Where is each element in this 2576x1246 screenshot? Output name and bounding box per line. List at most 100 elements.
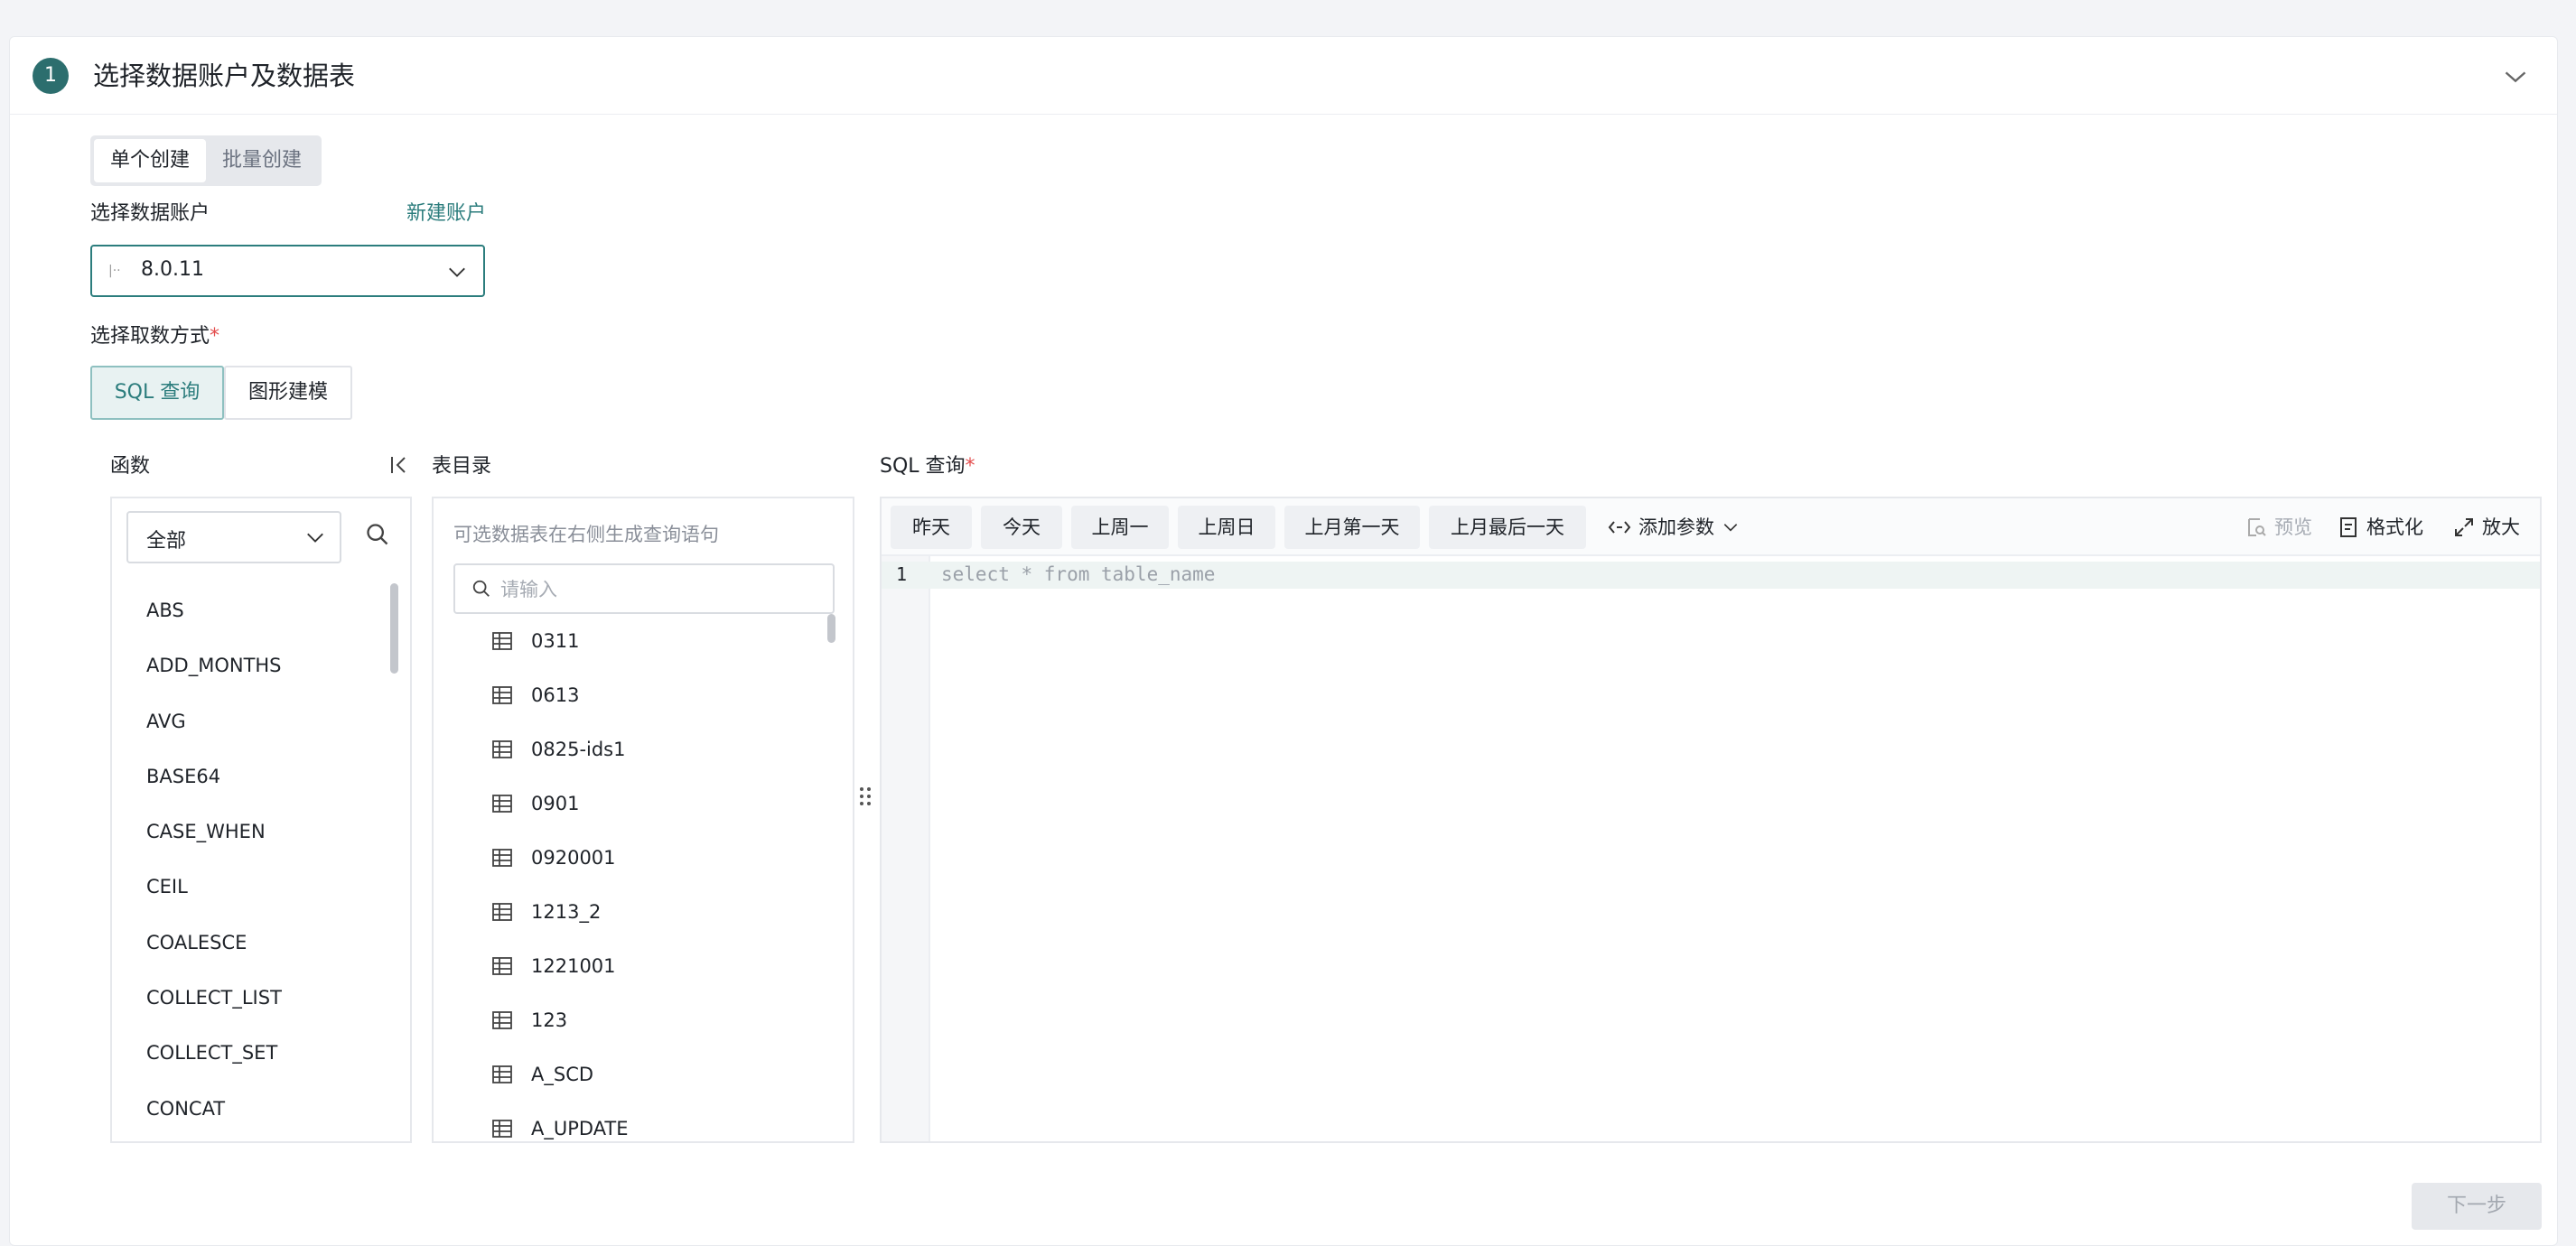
table-name: A_SCD <box>531 1064 594 1085</box>
function-item[interactable]: CONCAT <box>146 1082 381 1137</box>
create-mode-switch: 单个创建 批量创建 <box>90 135 322 186</box>
chevron-down-icon <box>449 267 465 277</box>
table-search-input[interactable] <box>500 574 817 605</box>
preview-label: 预览 <box>2274 516 2312 538</box>
table-list-item[interactable]: 0901 <box>491 776 817 831</box>
table-list-item[interactable]: A_UPDATE <box>491 1102 817 1141</box>
table-icon <box>492 1065 512 1083</box>
param-chip-yesterday[interactable]: 昨天 <box>891 506 972 549</box>
database-icon: |·· <box>108 264 121 278</box>
function-category-value: 全部 <box>146 530 187 553</box>
function-item[interactable]: AVG <box>146 694 381 749</box>
method-label: 选择取数方式* <box>90 323 219 350</box>
search-icon <box>472 580 490 597</box>
account-select[interactable]: |·· 8.0.11 <box>90 245 485 297</box>
function-item[interactable]: BASE64 <box>146 749 381 804</box>
function-item[interactable]: CEIL <box>146 860 381 915</box>
sql-code-editor[interactable]: select * from table_name <box>941 563 1215 585</box>
param-chip-last-monday[interactable]: 上周一 <box>1071 506 1169 549</box>
account-label: 选择数据账户 <box>90 202 210 225</box>
format-label: 格式化 <box>2366 516 2423 538</box>
sql-title: SQL 查询* <box>880 453 975 480</box>
function-item[interactable]: CASE_WHEN <box>146 804 381 860</box>
function-list-scrollbar[interactable] <box>390 583 398 674</box>
tables-panel: 可选数据表在右侧生成查询语句 0311 0613 0825-ids1 0901 0920… <box>432 497 854 1143</box>
format-button[interactable]: 格式化 <box>2339 509 2423 545</box>
batch-create-tab[interactable]: 批量创建 <box>206 139 318 182</box>
functions-panel: 全部 ABS ADD_MONTHS AVG BASE64 CASE_WHEN CEIL CO… <box>110 497 412 1143</box>
table-list-item[interactable]: 0613 <box>491 668 817 722</box>
param-chip-last-month-first-day[interactable]: 上月第一天 <box>1284 506 1420 549</box>
table-list-item[interactable]: 1213_2 <box>491 885 817 939</box>
expand-icon <box>2455 518 2473 536</box>
table-list-item[interactable]: 0825-ids1 <box>491 722 817 776</box>
table-name: 1213_2 <box>531 901 602 923</box>
table-list-item[interactable]: 123 <box>491 993 817 1047</box>
table-icon <box>492 686 512 704</box>
step-title: 选择数据账户及数据表 <box>93 60 356 91</box>
expand-button[interactable]: 放大 <box>2453 509 2520 545</box>
sql-title-text: SQL 查询 <box>880 455 966 478</box>
table-name: A_UPDATE <box>531 1118 629 1139</box>
functions-title: 函数 <box>110 455 151 478</box>
drag-handle-icon[interactable] <box>858 786 873 807</box>
line-number-gutter <box>882 556 930 1141</box>
expand-label: 放大 <box>2482 516 2520 538</box>
function-item[interactable]: COLLECT_LIST <box>146 971 381 1026</box>
table-icon <box>492 632 512 650</box>
method-label-text: 选择取数方式 <box>90 325 210 348</box>
new-account-link[interactable]: 新建账户 <box>406 200 486 228</box>
table-name: 0311 <box>531 630 580 652</box>
table-list-item[interactable]: 1221001 <box>491 939 817 993</box>
account-select-value: 8.0.11 <box>141 258 204 281</box>
function-item[interactable]: ABS <box>146 583 381 638</box>
required-mark: * <box>210 325 220 348</box>
table-icon <box>492 1011 512 1029</box>
table-list-scrollbar[interactable] <box>827 614 835 643</box>
code-brackets-icon <box>1608 521 1631 534</box>
table-list-item[interactable]: 0920001 <box>491 831 817 885</box>
graph-model-tab[interactable]: 图形建模 <box>224 366 352 420</box>
table-list: 0311 0613 0825-ids1 0901 0920001 1213_2 122100… <box>491 614 817 1141</box>
chevron-down-icon <box>1723 524 1738 532</box>
add-param-button[interactable]: 添加参数 <box>1608 509 1740 545</box>
table-list-item[interactable]: 0311 <box>491 614 817 668</box>
param-chip-today[interactable]: 今天 <box>981 506 1062 549</box>
param-chip-last-sunday[interactable]: 上周日 <box>1178 506 1275 549</box>
table-icon <box>492 740 512 758</box>
step-number-badge: 1 <box>33 58 69 94</box>
function-item[interactable]: ADD_MONTHS <box>146 638 381 693</box>
line-number: 1 <box>896 563 908 585</box>
sql-query-tab[interactable]: SQL 查询 <box>90 366 224 420</box>
chevron-down-icon[interactable] <box>2503 64 2528 89</box>
step-header[interactable]: 1 选择数据账户及数据表 <box>10 37 2557 115</box>
table-icon <box>492 1120 512 1138</box>
next-step-button[interactable]: 下一步 <box>2412 1183 2542 1230</box>
sql-editor-panel: 昨天 今天 上周一 上周日 上月第一天 上月最后一天 添加参数 预览 格式化 放… <box>880 497 2542 1143</box>
chevron-down-icon <box>307 533 323 543</box>
function-list: ABS ADD_MONTHS AVG BASE64 CASE_WHEN CEIL COALE… <box>146 583 381 1137</box>
table-icon <box>492 903 512 921</box>
preview-button[interactable]: 预览 <box>2245 509 2312 545</box>
function-category-select[interactable]: 全部 <box>126 511 341 563</box>
single-create-tab[interactable]: 单个创建 <box>94 139 207 182</box>
function-item[interactable]: COLLECT_SET <box>146 1026 381 1081</box>
param-chip-last-month-last-day[interactable]: 上月最后一天 <box>1429 506 1586 549</box>
table-icon <box>492 849 512 867</box>
table-name: 0613 <box>531 684 580 706</box>
table-icon <box>492 795 512 813</box>
add-param-label: 添加参数 <box>1638 516 1714 538</box>
preview-icon <box>2248 518 2266 536</box>
table-icon <box>492 957 512 975</box>
table-search-box[interactable] <box>453 563 835 614</box>
table-list-item[interactable]: A_SCD <box>491 1047 817 1102</box>
table-name: 0920001 <box>531 847 616 869</box>
format-icon <box>2340 517 2357 537</box>
function-item[interactable]: COALESCE <box>146 916 381 971</box>
table-name: 0825-ids1 <box>531 739 626 760</box>
table-name: 123 <box>531 1009 568 1031</box>
tables-hint: 可选数据表在右侧生成查询语句 <box>453 524 719 545</box>
search-icon[interactable] <box>365 522 390 547</box>
tables-title: 表目录 <box>432 455 492 478</box>
collapse-left-icon[interactable] <box>388 454 410 476</box>
